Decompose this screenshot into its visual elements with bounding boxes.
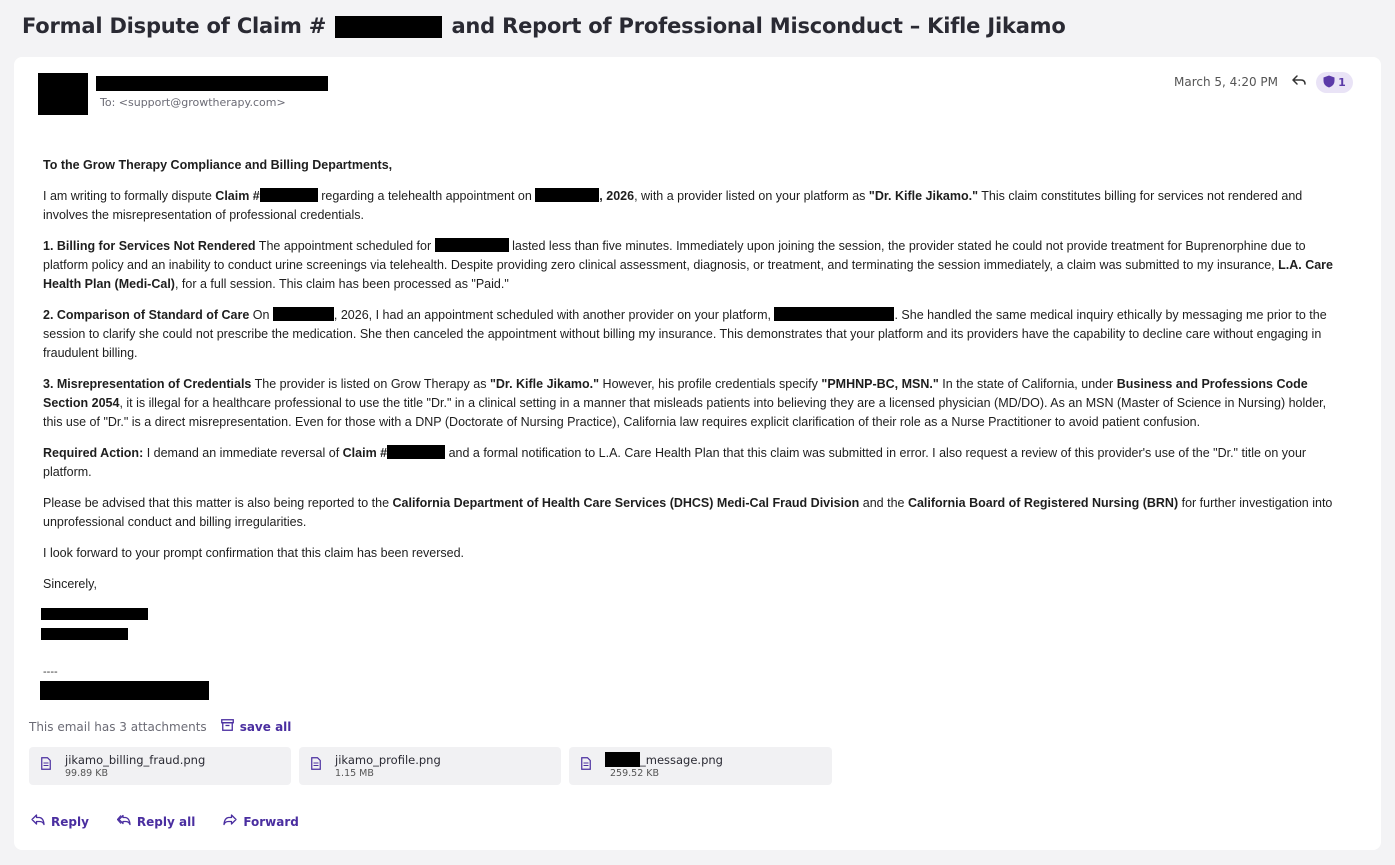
signature-line-redacted	[41, 628, 128, 640]
attachments-summary: This email has 3 attachments	[29, 719, 207, 734]
email-subject: Formal Dispute of Claim # and Report of …	[22, 14, 1382, 38]
redacted-claim-number	[259, 188, 318, 202]
reply-icon[interactable]	[1291, 73, 1307, 89]
redacted-provider-name	[774, 307, 895, 321]
attachment-size: 259.52 KB	[610, 768, 660, 779]
greeting-text: To the Grow Therapy Compliance and Billi…	[43, 158, 393, 172]
paragraph-billing: 1. Billing for Services Not Rendered The…	[43, 238, 1333, 291]
redacted-claim-number	[335, 16, 443, 38]
reply-all-label: Reply all	[136, 814, 196, 829]
attachment-name: jikamo_profile.png	[335, 752, 441, 767]
attachment-name: jikamo_billing_fraud.png	[65, 752, 206, 767]
subject-suffix: and Report of Professional Misconduct – …	[451, 14, 1066, 38]
redacted-filename-prefix	[605, 752, 640, 767]
forward-icon	[223, 814, 237, 829]
email-date: March 5, 4:20 PM	[1173, 75, 1278, 89]
file-icon	[41, 757, 51, 775]
paragraph-intro: I am writing to formally dispute Claim #…	[43, 188, 1303, 222]
attachments-header: This email has 3 attachments save all	[29, 719, 291, 734]
subject-prefix: Formal Dispute of Claim #	[22, 14, 327, 38]
paragraph-reporting: Please be advised that this matter is al…	[43, 496, 1333, 529]
reply-all-icon	[116, 814, 131, 829]
message-actions: Reply Reply all Forward	[31, 814, 299, 829]
greeting: To the Grow Therapy Compliance and Billi…	[43, 156, 1343, 175]
file-icon	[311, 757, 321, 775]
reply-button[interactable]: Reply	[31, 814, 89, 829]
paragraph-followup: I look forward to your prompt confirmati…	[43, 546, 465, 560]
attachment-item[interactable]: _message.png 259.52 KB	[569, 747, 832, 785]
paragraph-credentials: 3. Misrepresentation of Credentials The …	[43, 377, 1327, 429]
signature-divider: ----	[43, 666, 58, 678]
archive-icon	[220, 719, 234, 734]
reply-all-button[interactable]: Reply all	[116, 814, 196, 829]
redacted-date	[272, 307, 334, 321]
attachment-name: _message.png	[605, 752, 723, 767]
save-all-button[interactable]: save all	[220, 719, 292, 734]
shield-icon	[1323, 75, 1335, 91]
signature-name-redacted	[41, 608, 148, 620]
forward-label: Forward	[243, 814, 299, 829]
sender-name-redacted	[96, 76, 328, 91]
redacted-date	[434, 238, 509, 252]
paragraph-required-action: Required Action: I demand an immediate r…	[43, 445, 1307, 479]
attachment-item[interactable]: jikamo_profile.png 1.15 MB	[299, 747, 561, 785]
attachment-size: 1.15 MB	[335, 767, 374, 779]
closing: Sincerely,	[43, 577, 97, 591]
badge-count: 1	[1338, 76, 1346, 89]
attachments-list: jikamo_billing_fraud.png 99.89 KB jikamo…	[29, 747, 832, 785]
avatar	[38, 73, 88, 115]
attachment-size: 99.89 KB	[65, 767, 108, 779]
attachment-item[interactable]: jikamo_billing_fraud.png 99.89 KB	[29, 747, 291, 785]
reply-icon	[31, 814, 45, 829]
shield-badge[interactable]: 1	[1316, 72, 1353, 93]
paragraph-comparison: 2. Comparison of Standard of Care On , 2…	[43, 307, 1327, 360]
file-icon	[581, 757, 591, 775]
forward-button[interactable]: Forward	[223, 814, 299, 829]
recipient-line: To: <support@growtherapy.com>	[100, 96, 286, 109]
email-body: To the Grow Therapy Compliance and Billi…	[40, 156, 1343, 706]
redacted-claim-number	[387, 445, 446, 459]
signature-footer-redacted	[40, 681, 209, 700]
reply-label: Reply	[51, 814, 89, 829]
signature-block: ----	[40, 606, 1343, 706]
email-card: To: <support@growtherapy.com> March 5, 4…	[14, 57, 1381, 850]
attachment-name-suffix: _message.png	[640, 753, 723, 767]
save-all-label: save all	[239, 719, 292, 734]
redacted-date	[535, 188, 600, 202]
